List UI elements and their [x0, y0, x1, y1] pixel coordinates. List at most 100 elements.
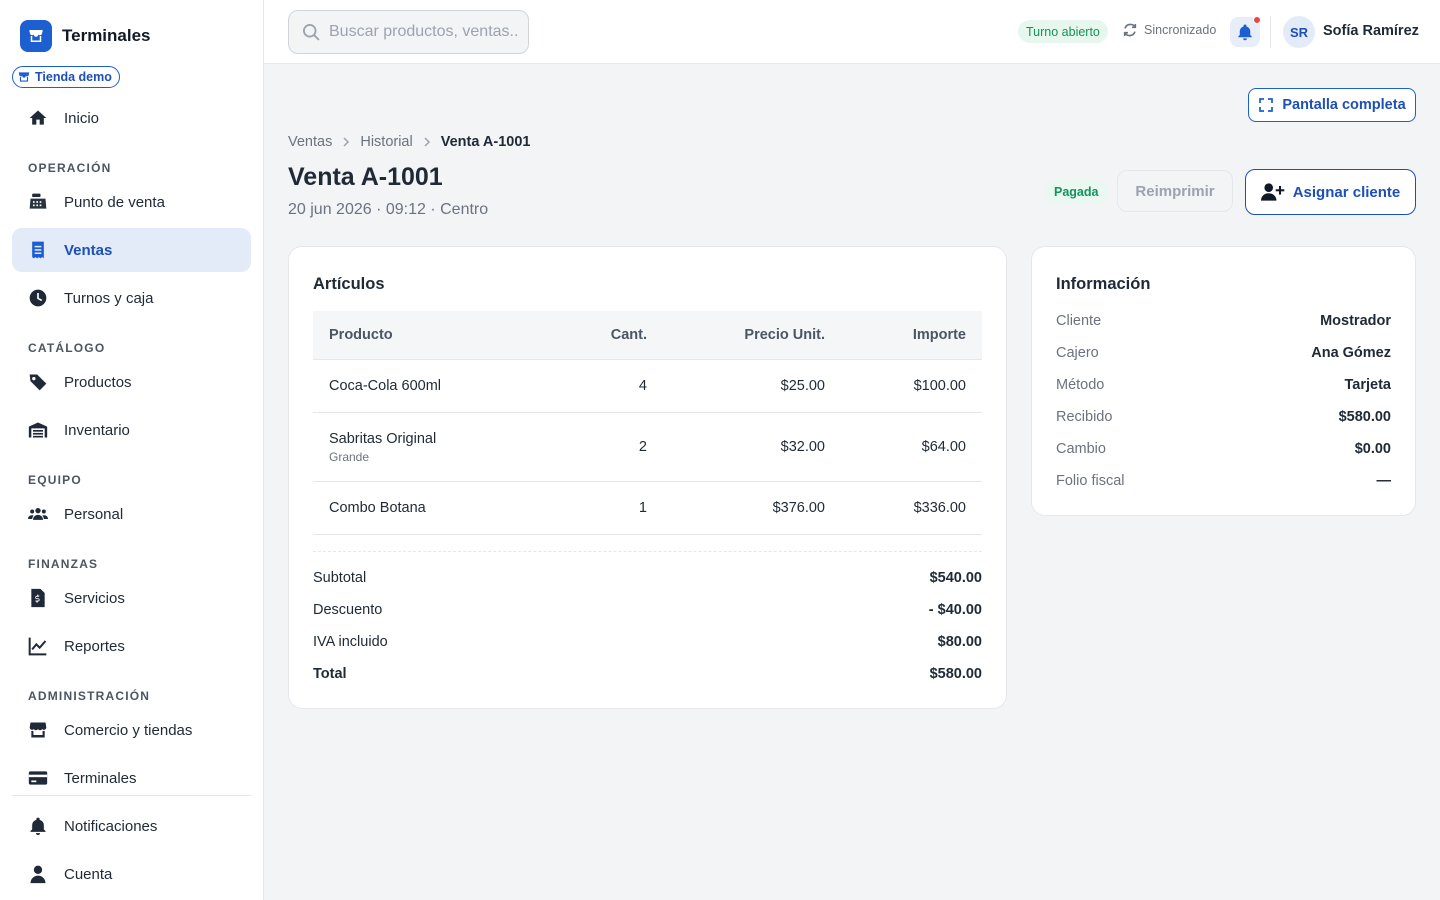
assign-customer-label: Asignar cliente [1292, 183, 1401, 201]
search-box[interactable] [288, 10, 529, 54]
amount-cell: $64.00 [921, 439, 966, 455]
product-cell: Combo Botana [313, 500, 570, 516]
fullscreen-label: Pantalla completa [1282, 97, 1406, 113]
brand[interactable]: Terminales [20, 20, 151, 52]
store-icon [17, 70, 31, 84]
sidebar-item-label: Comercio y tiendas [64, 721, 193, 739]
items-card-title: Artículos [313, 275, 385, 293]
chevron-right-icon [421, 136, 433, 148]
sidebar-item-label: Inicio [64, 109, 100, 127]
summary-tax: IVA incluido $80.00 [313, 634, 982, 650]
tag-icon [28, 372, 48, 392]
unit-price-cell: $32.00 [780, 439, 825, 455]
sidebar-item-productos[interactable]: Productos [12, 360, 251, 404]
search-input[interactable] [329, 23, 519, 41]
breadcrumb-item-ventas[interactable]: Ventas [288, 134, 332, 150]
info-value: Mostrador [1320, 313, 1391, 329]
column-header-qty: Cant. [610, 327, 647, 343]
sidebar-item-label: Ventas [64, 241, 113, 259]
table-row[interactable]: Coca-Cola 600ml 4 $25.00 $100.00 [313, 360, 982, 413]
summary-label: Subtotal [313, 570, 367, 586]
section-catalogo: CATÁLOGO [28, 341, 106, 355]
home-icon [28, 108, 48, 128]
amount-cell: $100.00 [913, 378, 966, 394]
unit-price-cell: $376.00 [772, 500, 825, 516]
clock-icon [28, 288, 48, 308]
section-operacion: OPERACIÓN [28, 161, 112, 175]
section-equipo: EQUIPO [28, 473, 82, 487]
breadcrumb-item-current: Venta A-1001 [440, 134, 531, 150]
search-icon [301, 22, 321, 42]
sync-label: Sincronizado [1144, 23, 1217, 37]
items-table: Producto Cant. Precio Unit. Importe Coca… [313, 311, 982, 535]
store-logo-icon [20, 20, 52, 52]
assign-customer-button[interactable]: Asignar cliente [1245, 169, 1416, 215]
sidebar-item-label: Turnos y caja [64, 289, 154, 307]
sidebar-item-cuenta[interactable]: Cuenta [12, 852, 251, 896]
topbar-divider [1270, 16, 1271, 48]
section-administracion: ADMINISTRACIÓN [28, 689, 151, 703]
sidebar-item-reportes[interactable]: Reportes [12, 624, 251, 668]
info-row-cambio: Cambio $0.00 [1056, 441, 1391, 457]
info-value: Tarjeta [1344, 377, 1391, 393]
summary-value: $80.00 [937, 634, 982, 650]
sidebar-item-punto-de-venta[interactable]: Punto de venta [12, 180, 251, 224]
amount-cell: $336.00 [913, 500, 966, 516]
avatar[interactable]: SR [1283, 16, 1315, 48]
summary-subtotal: Subtotal $540.00 [313, 570, 982, 586]
fullscreen-button[interactable]: Pantalla completa [1248, 88, 1416, 122]
sidebar-item-label: Inventario [64, 421, 130, 439]
summary-label: Descuento [313, 602, 383, 618]
reprint-button[interactable]: Reimprimir [1117, 170, 1233, 212]
table-row[interactable]: Sabritas Original Grande 2 $32.00 $64.00 [313, 413, 982, 482]
info-label: Cliente [1056, 313, 1102, 329]
section-finanzas: FINANZAS [28, 557, 99, 571]
sidebar-item-personal[interactable]: Personal [12, 492, 251, 536]
store-name: Tienda demo [35, 70, 112, 84]
sidebar-item-turnos[interactable]: Turnos y caja [12, 276, 251, 320]
table-row[interactable]: Combo Botana 1 $376.00 $336.00 [313, 482, 982, 535]
store-selector[interactable]: Tienda demo [12, 66, 120, 88]
sidebar-item-inventario[interactable]: Inventario [12, 408, 251, 452]
qty-cell: 1 [638, 500, 647, 516]
sidebar-item-notificaciones[interactable]: Notificaciones [12, 804, 251, 848]
sidebar-item-servicios[interactable]: Servicios [12, 576, 251, 620]
invoice-dollar-icon [28, 588, 48, 608]
sidebar-item-label: Punto de venta [64, 193, 165, 211]
sidebar-item-ventas[interactable]: Ventas [12, 228, 251, 272]
user-plus-icon [1260, 182, 1285, 202]
shop-icon [28, 720, 48, 740]
refresh-icon [1122, 22, 1138, 38]
cash-register-icon [28, 192, 48, 212]
sidebar-item-comercio[interactable]: Comercio y tiendas [12, 708, 251, 752]
page-subtitle: 20 jun 2026 · 09:12 · Centro [288, 201, 489, 218]
sync-status[interactable]: Sincronizado [1122, 22, 1216, 38]
info-value: $580.00 [1338, 409, 1391, 425]
bell-icon [1236, 23, 1254, 41]
sidebar-item-label: Terminales [64, 769, 137, 787]
sidebar: Terminales Tienda demo Inicio OPERACIÓN … [0, 0, 264, 900]
qty-cell: 2 [638, 439, 647, 455]
summary-total: Total $580.00 [313, 666, 982, 682]
info-card-title: Información [1056, 275, 1151, 293]
summary-label: IVA incluido [313, 634, 388, 650]
unit-price-cell: $25.00 [780, 378, 825, 394]
user-name[interactable]: Sofía Ramírez [1323, 23, 1419, 39]
info-row-metodo: Método Tarjeta [1056, 377, 1391, 393]
info-value: Ana Gómez [1311, 345, 1391, 361]
expand-icon [1258, 97, 1274, 113]
chevron-right-icon [340, 136, 352, 148]
chart-line-icon [28, 636, 48, 656]
items-card: Artículos Producto Cant. Precio Unit. Im… [288, 246, 1007, 709]
info-row-recibido: Recibido $580.00 [1056, 409, 1391, 425]
summary-value: - $40.00 [928, 602, 982, 618]
info-row-cajero: Cajero Ana Gómez [1056, 345, 1391, 361]
notifications-button[interactable] [1230, 16, 1261, 47]
breadcrumb-item-historial[interactable]: Historial [360, 134, 412, 150]
sidebar-item-terminales[interactable]: Terminales [12, 756, 251, 800]
summary-value: $580.00 [929, 666, 982, 682]
summary-value: $540.00 [929, 570, 982, 586]
sidebar-item-inicio[interactable]: Inicio [12, 96, 251, 140]
summary-divider [313, 551, 982, 552]
column-header-amount: Importe [912, 327, 966, 343]
